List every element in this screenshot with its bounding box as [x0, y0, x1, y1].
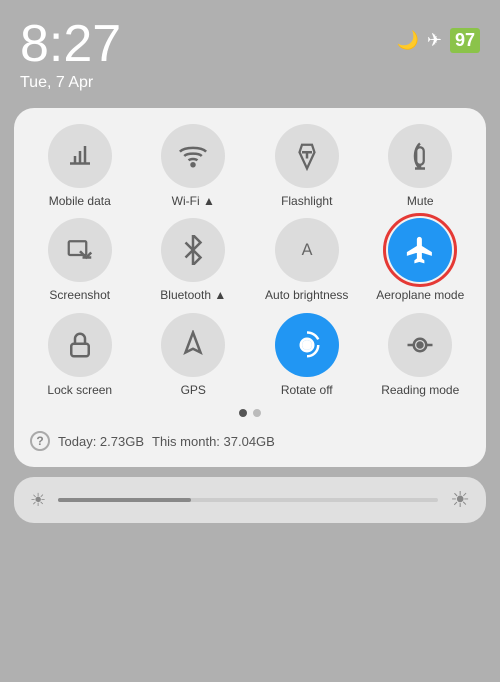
tile-label-rotate-off: Rotate off	[281, 383, 333, 397]
tile-label-gps: GPS	[181, 383, 206, 397]
tile-label-reading-mode: Reading mode	[381, 383, 459, 397]
brightness-fill	[58, 498, 191, 502]
clock: 8:27	[20, 18, 121, 70]
tile-rotate-off[interactable]: Rotate off	[253, 313, 361, 397]
tile-icon-lock-screen	[48, 313, 112, 377]
tile-reading-mode[interactable]: Reading mode	[367, 313, 475, 397]
tile-icon-rotate-off	[275, 313, 339, 377]
tile-icon-aeroplane-mode	[388, 218, 452, 282]
tile-label-screenshot: Screenshot	[49, 288, 110, 302]
tile-label-wifi: Wi-Fi ▲	[172, 194, 215, 208]
tile-lock-screen[interactable]: Lock screen	[26, 313, 134, 397]
tile-screenshot[interactable]: Screenshot	[26, 218, 134, 302]
tile-flashlight[interactable]: Flashlight	[253, 124, 361, 208]
svg-text:A: A	[301, 241, 312, 259]
tile-mute[interactable]: Mute	[367, 124, 475, 208]
tile-label-mute: Mute	[407, 194, 434, 208]
tile-auto-brightness[interactable]: A Auto brightness	[253, 218, 361, 302]
tile-label-lock-screen: Lock screen	[47, 383, 112, 397]
tile-grid: Mobile data Wi-Fi ▲	[26, 124, 474, 397]
tile-gps[interactable]: GPS	[140, 313, 248, 397]
brightness-bar[interactable]: ☀ ☀	[14, 477, 486, 523]
status-icons: 🌙 ✈ 97	[396, 18, 480, 53]
battery-badge: 97	[450, 28, 480, 53]
tile-icon-auto-brightness: A	[275, 218, 339, 282]
date: Tue, 7 Apr	[20, 74, 121, 92]
tile-label-aeroplane-mode: Aeroplane mode	[376, 288, 464, 302]
tile-icon-gps	[161, 313, 225, 377]
tile-label-auto-brightness: Auto brightness	[265, 288, 348, 302]
tile-icon-mute	[388, 124, 452, 188]
tile-icon-flashlight	[275, 124, 339, 188]
today-usage: Today: 2.73GB	[58, 434, 144, 449]
dot-1	[239, 409, 247, 417]
info-icon: ?	[30, 431, 50, 451]
tile-label-flashlight: Flashlight	[281, 194, 332, 208]
tile-wifi[interactable]: Wi-Fi ▲	[140, 124, 248, 208]
data-usage-row: ? Today: 2.73GB This month: 37.04GB	[26, 427, 474, 453]
tile-icon-reading-mode	[388, 313, 452, 377]
tile-icon-mobile-data	[48, 124, 112, 188]
page-dots	[26, 409, 474, 417]
tile-aeroplane-mode[interactable]: Aeroplane mode	[367, 218, 475, 302]
tile-icon-bluetooth	[161, 218, 225, 282]
airplane-status-icon: ✈	[427, 30, 442, 51]
month-usage: This month: 37.04GB	[152, 434, 275, 449]
tile-icon-screenshot	[48, 218, 112, 282]
dot-2	[253, 409, 261, 417]
tile-label-bluetooth: Bluetooth ▲	[160, 288, 226, 302]
tile-bluetooth[interactable]: Bluetooth ▲	[140, 218, 248, 302]
brightness-low-icon: ☀	[30, 490, 46, 511]
moon-icon: 🌙	[396, 30, 418, 51]
quick-settings-panel: Mobile data Wi-Fi ▲	[14, 108, 486, 467]
brightness-track[interactable]	[58, 498, 438, 502]
status-bar: 8:27 Tue, 7 Apr 🌙 ✈ 97	[0, 0, 500, 100]
tile-icon-wifi	[161, 124, 225, 188]
tile-mobile-data[interactable]: Mobile data	[26, 124, 134, 208]
tile-label-mobile-data: Mobile data	[49, 194, 111, 208]
brightness-high-icon: ☀	[450, 487, 470, 513]
